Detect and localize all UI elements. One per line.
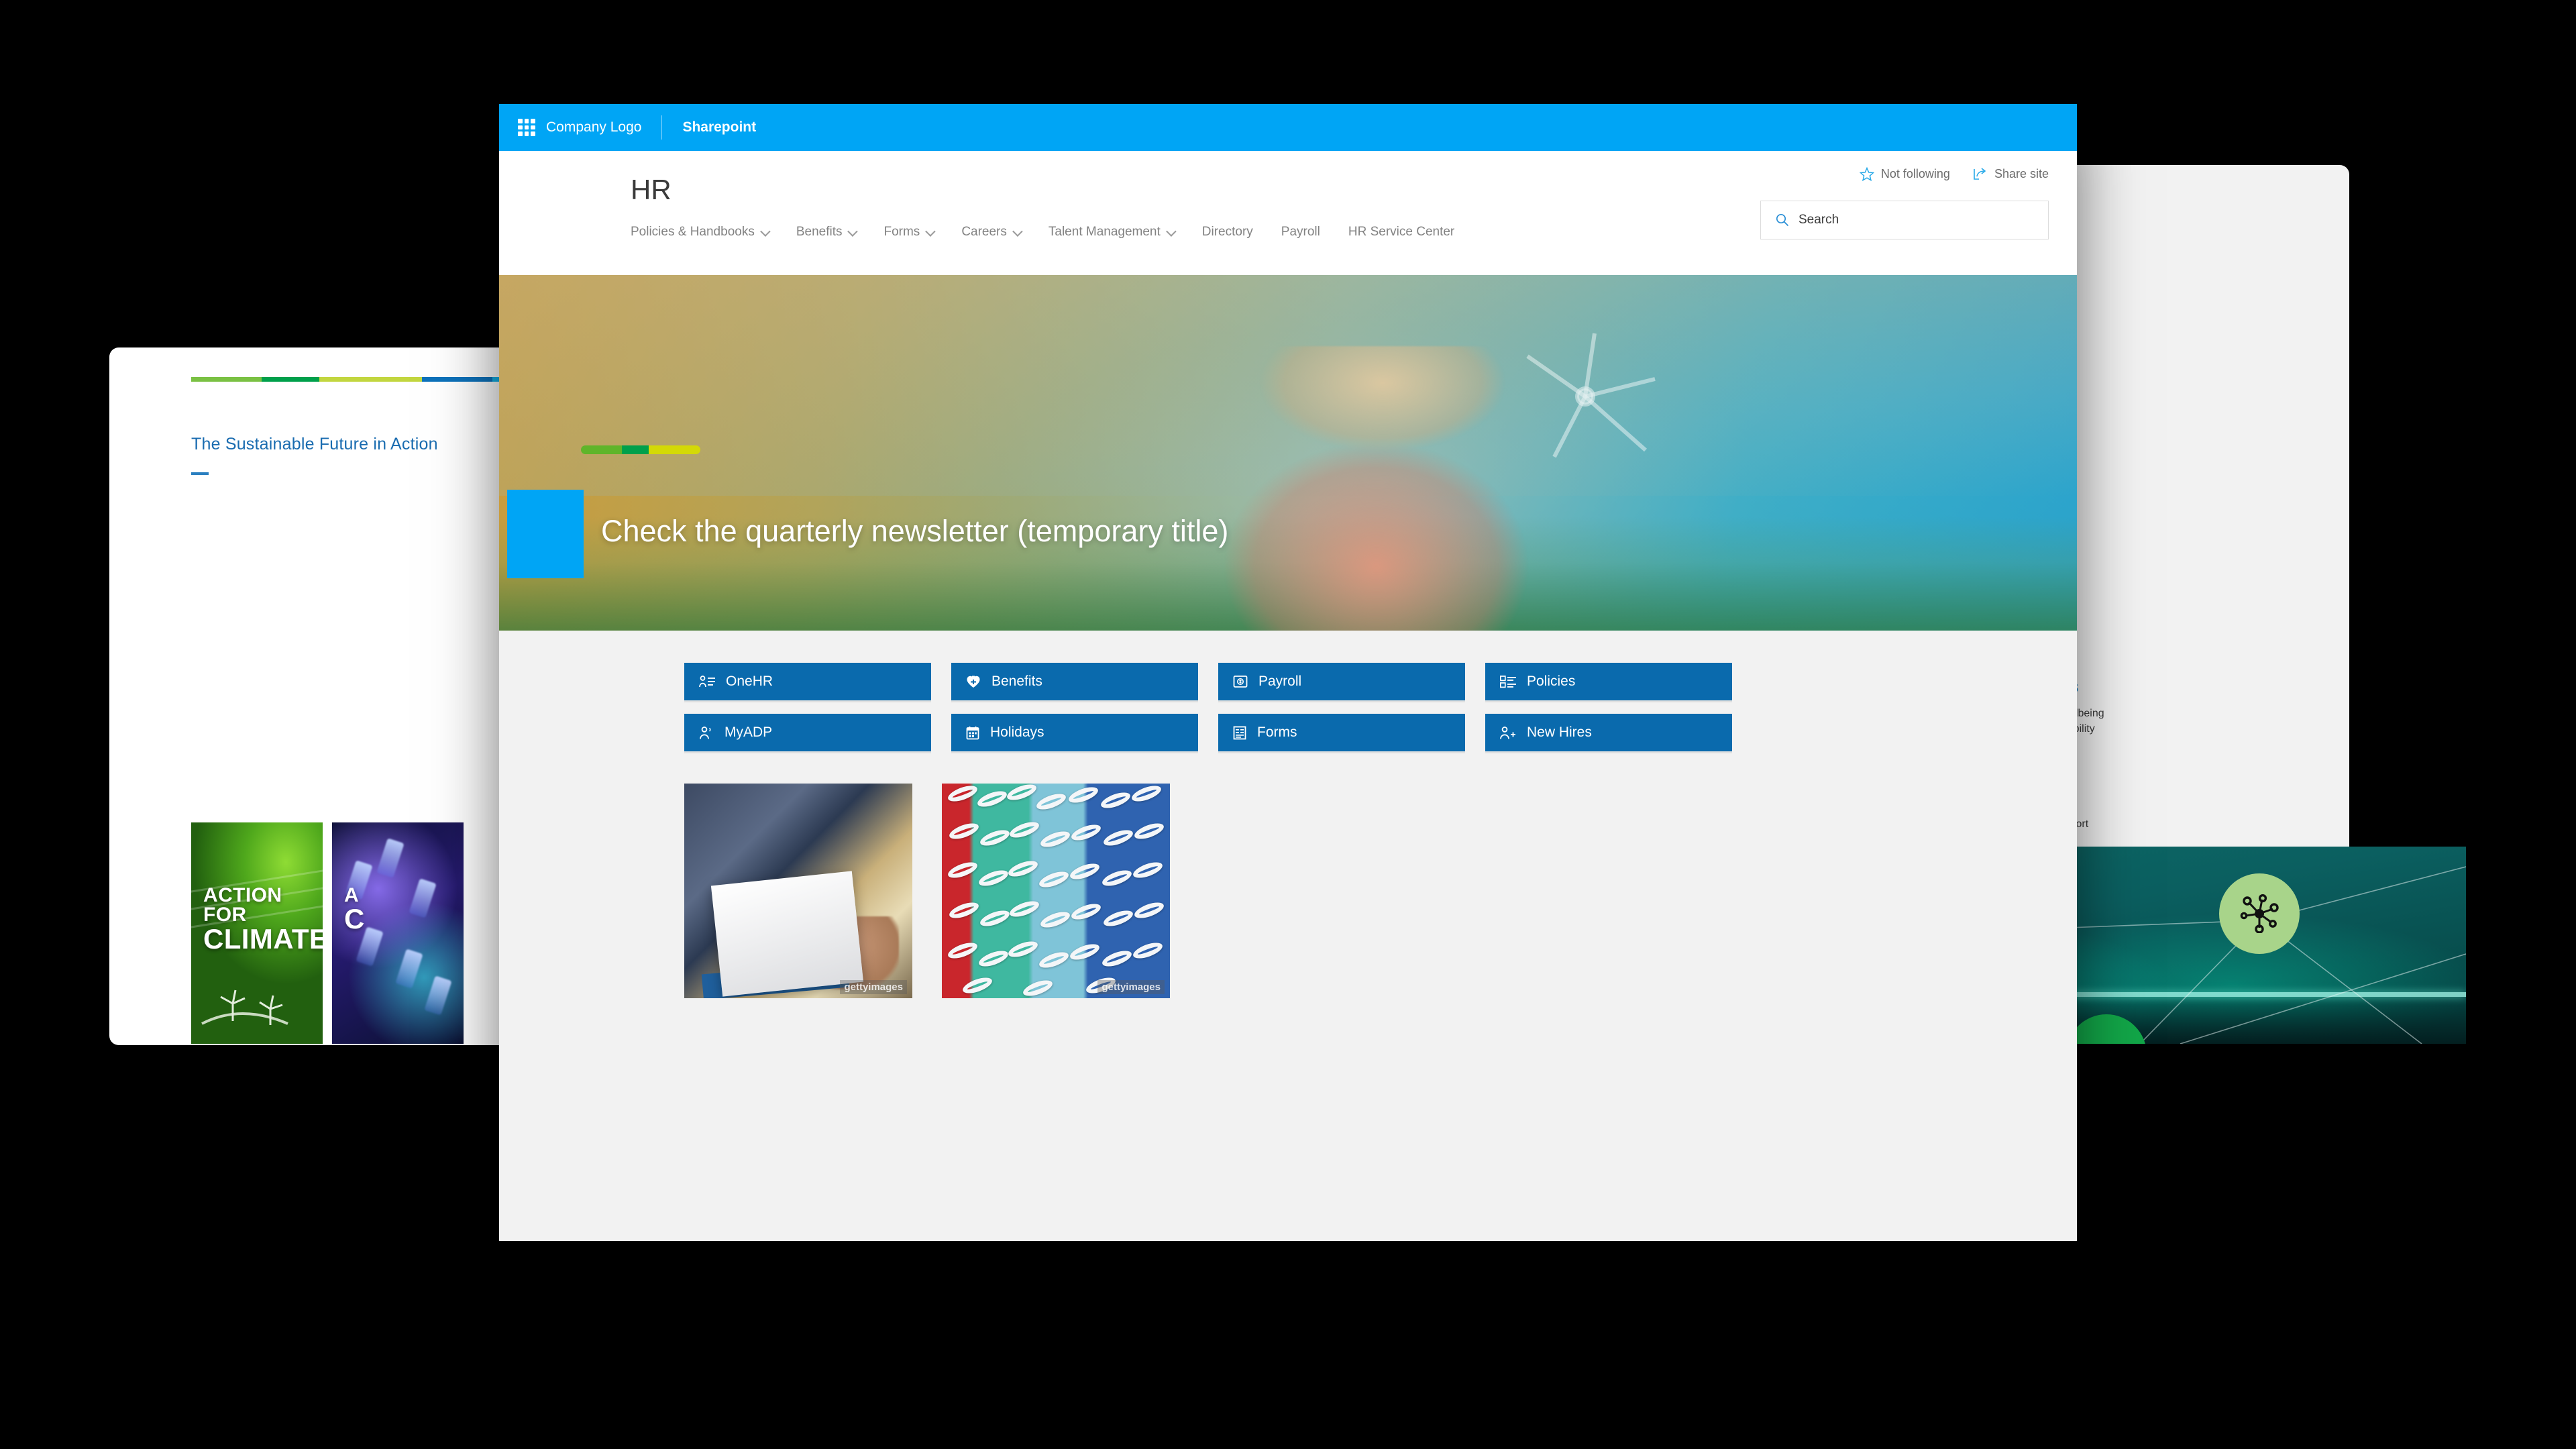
quick-link-onehr[interactable]: OneHR [684,663,931,700]
nav-item-directory[interactable]: Directory [1202,225,1253,239]
quick-link-policies-label: Policies [1527,674,1576,689]
page-body: OneHR Benefits Payroll Policies MyADP Ho… [499,631,2077,1241]
person-list-icon [699,676,715,688]
quick-link-policies[interactable]: Policies [1485,663,1732,700]
heart-icon [967,676,980,688]
person-icon [700,726,711,739]
quick-link-onehr-label: OneHR [726,674,773,689]
network-icon [2240,894,2279,933]
quick-link-myadp-label: MyADP [724,724,773,740]
quick-link-payroll-label: Payroll [1258,674,1302,689]
search-icon [1776,213,1789,227]
doc-tile-secondary-caption: A C [344,884,365,935]
doc-tile-caption: ACTION FOR CLIMATE [203,884,323,955]
app-launcher-icon[interactable] [518,119,535,136]
screenshot-stage: The Sustainable Future in Action ACTION … [0,0,2576,1449]
doc-color-rule-top [191,377,512,382]
money-icon [1233,676,1248,688]
share-site-label: Share site [1994,167,2049,180]
wind-turbine-icon [201,989,288,1025]
quick-link-holidays-label: Holidays [990,724,1044,740]
quick-link-payroll[interactable]: Payroll [1218,663,1465,700]
nav-item-policies-handbooks[interactable]: Policies & Handbooks [631,225,771,239]
app-name-label[interactable]: Sharepoint [662,119,756,136]
nav-item-careers[interactable]: Careers [961,225,1023,239]
watermark: gettyimages [1097,980,1165,994]
quick-link-benefits-label: Benefits [991,674,1042,689]
search-input[interactable]: Search [1760,201,2049,239]
quick-link-forms[interactable]: Forms [1218,714,1465,751]
form-icon [1233,726,1246,739]
nav-item-hr-service-center[interactable]: HR Service Center [1348,225,1454,239]
site-header: HR Policies & Handbooks Benefits Forms C… [499,151,2077,275]
hero-accent-square [507,490,584,578]
watermark: gettyimages [840,980,907,994]
share-icon [1974,168,1986,180]
hero-progress-indicator[interactable] [581,445,700,454]
sharepoint-window: Company Logo Sharepoint HR Policies & Ha… [499,104,2077,1241]
background-document-panel-left: The Sustainable Future in Action ACTION … [109,347,512,1045]
news-cards-row: gettyimages gettyimages [684,784,1170,998]
hero-banner[interactable]: Check the quarterly newsletter (temporar… [499,275,2077,631]
star-outline-icon [1859,167,1874,181]
share-site-button[interactable]: Share site [1973,167,2049,181]
doc-heading-sustainable-future: The Sustainable Future in Action [191,435,438,453]
chevron-down-icon [1012,225,1023,237]
not-following-button[interactable]: Not following [1859,167,1950,181]
hero-pinwheel-icon [1526,333,1656,458]
quick-link-benefits[interactable]: Benefits [951,663,1198,700]
meeting-photo-card[interactable]: gettyimages [684,784,912,998]
company-logo-label[interactable]: Company Logo [546,119,661,136]
quick-link-holidays[interactable]: Holidays [951,714,1198,751]
calendar-icon [966,726,979,739]
search-placeholder: Search [1799,213,1839,227]
suite-bar: Company Logo Sharepoint [499,104,2077,151]
chevron-down-icon [1165,225,1177,237]
not-following-label: Not following [1880,167,1950,180]
quick-link-new-hires[interactable]: New Hires [1485,714,1732,751]
doc-tile-secondary: A C [332,822,464,1044]
site-navigation: Policies & Handbooks Benefits Forms Care… [631,225,1454,239]
add-person-icon [1500,726,1515,739]
doc-dash-1 [191,472,209,475]
header-actions: Not following Share site [1859,167,2049,181]
quick-link-forms-label: Forms [1257,724,1297,740]
page-title: HR [631,174,672,205]
chevron-down-icon [847,225,859,237]
chevron-down-icon [759,225,771,237]
node-network [2219,873,2300,954]
quick-links-grid: OneHR Benefits Payroll Policies MyADP Ho… [684,663,1732,751]
nav-item-forms[interactable]: Forms [883,225,936,239]
doc-tile-action-for-climate: ACTION FOR CLIMATE [191,822,323,1044]
nav-item-talent-management[interactable]: Talent Management [1049,225,1177,239]
bullet-list-icon [1500,676,1516,688]
nav-item-payroll[interactable]: Payroll [1281,225,1320,239]
notebooks-photo-card[interactable]: gettyimages [942,784,1170,998]
document-detail [710,871,863,997]
chevron-down-icon [925,225,936,237]
quick-link-new-hires-label: New Hires [1527,724,1592,740]
hero-title[interactable]: Check the quarterly newsletter (temporar… [601,514,1228,549]
quick-link-myadp[interactable]: MyADP [684,714,931,751]
nav-item-benefits[interactable]: Benefits [796,225,859,239]
